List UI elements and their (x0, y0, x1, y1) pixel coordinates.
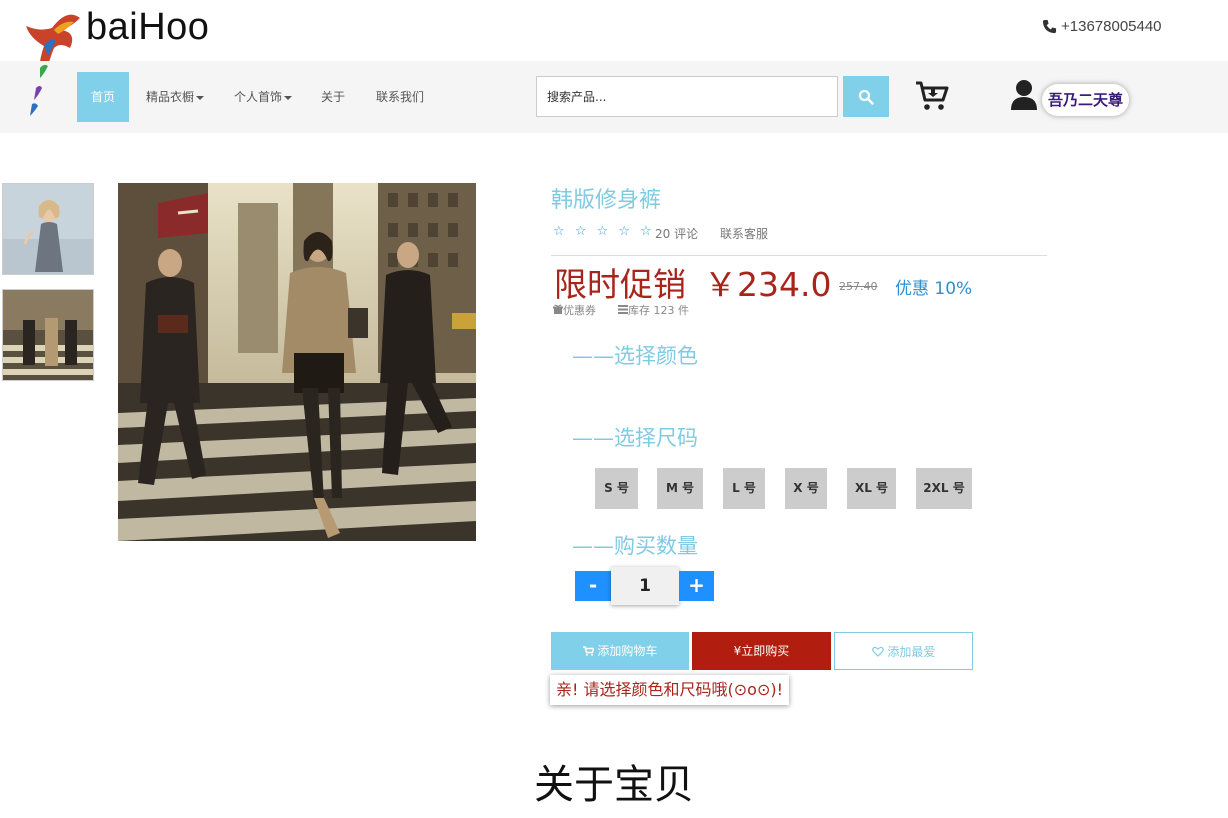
nav-home[interactable]: 首页 (77, 72, 130, 122)
quantity-decrease-button[interactable]: - (575, 571, 611, 601)
brand-name[interactable]: baiHoo (86, 6, 209, 49)
product-main-image[interactable] (118, 183, 476, 541)
nav-wardrobe-label: 精品衣橱 (146, 90, 195, 104)
chevron-down-icon (284, 95, 293, 100)
cart-small-icon (582, 646, 595, 656)
quantity-section-title: ——购买数量 (572, 534, 698, 558)
size-option-m[interactable]: M 号 (657, 468, 703, 509)
user-icon[interactable] (1010, 79, 1038, 111)
promo-label: 限时促销 (554, 265, 686, 304)
contact-service-link[interactable]: 联系客服 (720, 225, 768, 242)
coupon-label: 优惠券 (563, 304, 596, 317)
quantity-increase-button[interactable]: + (679, 571, 714, 601)
quantity-input[interactable]: 1 (611, 567, 679, 605)
size-option-x[interactable]: X 号 (785, 468, 827, 509)
cart-icon[interactable] (914, 80, 950, 112)
divider (551, 255, 1047, 256)
thumbnail-1-image (3, 184, 93, 274)
add-to-cart-label: 添加购物车 (597, 644, 658, 658)
original-price: 257.40 (839, 280, 878, 293)
phone-icon (1042, 19, 1057, 34)
phone-number: +13678005440 (1042, 18, 1162, 35)
gift-icon (553, 304, 563, 314)
thumbnail-2-image (3, 290, 93, 380)
size-option-s[interactable]: S 号 (595, 468, 638, 509)
stock-info: 库存 123 件 (618, 302, 689, 318)
nav-jewelry[interactable]: 个人首饰 (220, 72, 306, 122)
coupon-link[interactable]: 优惠券 (553, 302, 596, 318)
size-option-l[interactable]: L 号 (723, 468, 765, 509)
search-button[interactable] (843, 76, 889, 117)
thumbnail-1[interactable] (2, 183, 94, 275)
selection-tip: 亲! 请选择颜色和尺码哦(⊙o⊙)! (550, 675, 790, 705)
review-count[interactable]: 20 评论 (655, 225, 698, 242)
phone-text: +13678005440 (1061, 18, 1162, 35)
heart-icon (871, 646, 884, 657)
search-input[interactable] (536, 76, 838, 117)
search-icon (858, 89, 874, 105)
discount-badge: 优惠 10% (895, 279, 973, 299)
nav-wardrobe[interactable]: 精品衣橱 (132, 72, 218, 122)
size-option-xl[interactable]: XL 号 (847, 468, 896, 509)
stock-label: 库存 123 件 (628, 304, 689, 317)
nav-contact[interactable]: 联系我们 (362, 72, 438, 122)
add-to-favorites-button[interactable]: 添加最爱 (834, 632, 973, 670)
list-icon (618, 305, 628, 314)
add-to-favorites-label: 添加最爱 (887, 645, 936, 659)
thumbnail-2[interactable] (2, 289, 94, 381)
chevron-down-icon (196, 95, 205, 100)
size-section-title: ——选择尺码 (572, 426, 698, 450)
add-to-cart-button[interactable]: 添加购物车 (551, 632, 689, 670)
about-section-title: 关于宝贝 (534, 762, 694, 808)
buy-now-button[interactable]: ¥立即购买 (692, 632, 831, 670)
product-price: ￥234.0 (704, 265, 832, 304)
product-title: 韩版修身裤 (551, 188, 662, 213)
nav-about[interactable]: 关于 (307, 72, 359, 122)
product-photo (118, 183, 476, 541)
size-option-2xl[interactable]: 2XL 号 (916, 468, 972, 509)
user-name-badge[interactable]: 吾乃二天尊 (1042, 84, 1130, 116)
nav-jewelry-label: 个人首饰 (234, 90, 283, 104)
color-section-title: ——选择颜色 (572, 344, 698, 368)
rating-stars-icon[interactable]: ☆ ☆ ☆ ☆ ☆ (553, 224, 655, 239)
